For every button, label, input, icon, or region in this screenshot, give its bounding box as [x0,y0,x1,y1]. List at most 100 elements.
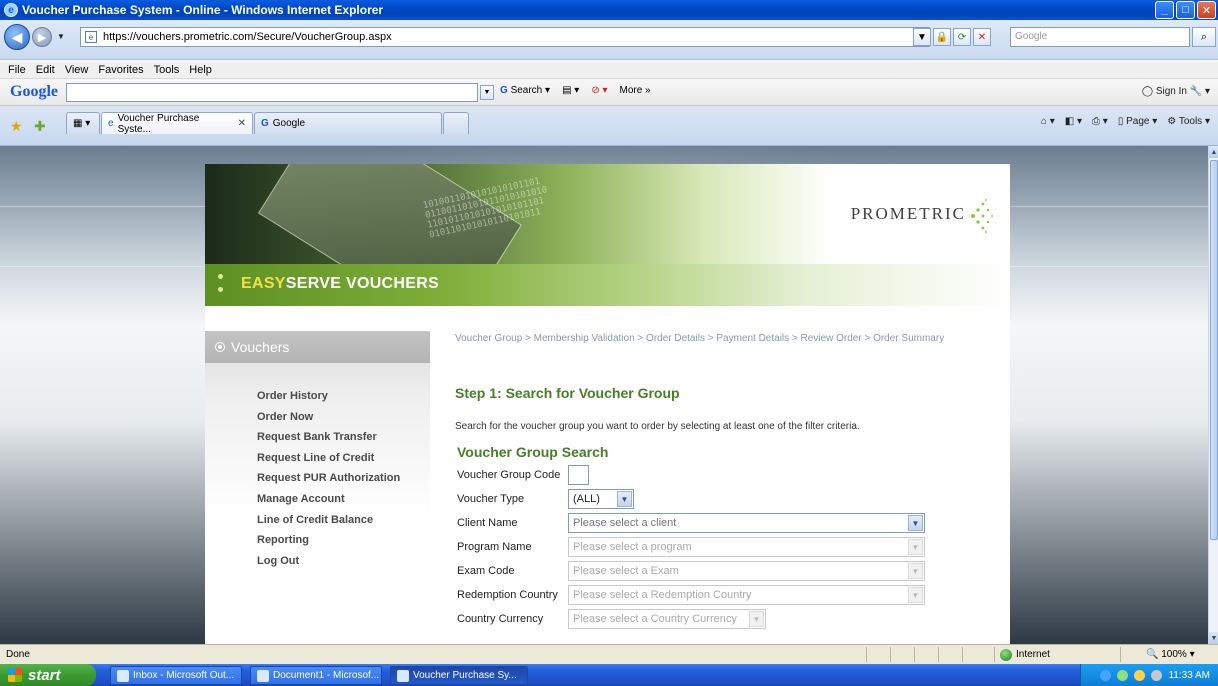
sidebar-item-request-bank-transfer[interactable]: Request Bank Transfer [257,427,400,448]
redemption-country-select[interactable]: Please select a Redemption Country ▼ [568,585,925,605]
menu-help[interactable]: Help [189,64,212,76]
popup-blocker-icon[interactable]: ⊘ ▾ [591,85,607,96]
new-tab-button[interactable] [443,112,469,134]
add-favorites-icon[interactable]: ✚ [34,118,46,135]
brand-bar: EASYSERVE VOUCHERS [205,264,1010,306]
sidebar-item-reporting[interactable]: Reporting [257,530,400,551]
window-title: Voucher Purchase System - Online - Windo… [22,3,384,17]
start-button[interactable]: start [0,664,96,686]
feeds-icon[interactable]: ◧ ▾ [1065,116,1082,127]
voucher-group-code-label: Voucher Group Code [457,469,561,481]
history-dropdown-icon[interactable]: ▼ [57,32,65,41]
vertical-scrollbar[interactable]: ▲ ▼ [1208,146,1218,644]
window-controls: _ □ ✕ [1155,1,1216,19]
clock: 11:33 AM [1168,669,1210,681]
voucher-group-code-input[interactable] [568,465,589,485]
tools-menu[interactable]: ⚙ Tools ▾ [1167,116,1210,127]
home-icon[interactable]: ⌂ ▾ [1041,116,1055,127]
favorites-star-icon[interactable]: ★ [10,118,23,135]
chevron-down-icon: ▼ [908,587,923,603]
sidebar-item-line-of-credit-balance[interactable]: Line of Credit Balance [257,510,400,531]
tray-icon[interactable] [1117,669,1129,681]
sidebar-item-order-now[interactable]: Order Now [257,407,400,428]
tab-google[interactable]: G Google [254,112,442,134]
address-buttons: ▼ 🔒 ⟳ ✕ [913,28,991,46]
tray-icon[interactable] [1151,669,1163,681]
scrollbar-thumb[interactable] [1210,160,1218,540]
toolbar-options-icon[interactable]: ▤ ▾ [562,85,579,96]
word-icon [257,669,269,682]
google-search-button[interactable]: G Search ▾ [500,85,550,96]
voucher-type-select[interactable]: (ALL) ▼ [568,489,634,509]
sidebar-item-request-pur-authorization[interactable]: Request PUR Authorization [257,468,400,489]
tray-icon[interactable] [1134,669,1146,681]
status-bar: Done Internet 🔍 100% ▾ [0,644,1218,664]
address-url: https://vouchers.prometric.com/Secure/Vo… [103,31,392,43]
page-menu[interactable]: ▯ Page ▾ [1118,116,1157,127]
more-button[interactable]: More » [620,85,651,96]
radio-bullet-icon [215,342,225,352]
close-tab-icon[interactable]: ✕ [238,118,246,129]
quick-tabs-button[interactable]: ▦ ▾ [66,112,100,134]
search-input[interactable]: Google [1010,27,1190,47]
tray-icon[interactable] [1100,669,1112,681]
sidebar-item-order-history[interactable]: Order History [257,386,400,407]
maximize-button[interactable]: □ [1176,1,1195,19]
lock-icon[interactable]: 🔒 [933,28,951,46]
back-button[interactable]: ◀ [4,24,30,50]
menu-view[interactable]: View [65,64,89,76]
client-name-select[interactable]: Please select a client ▼ [568,513,925,533]
google-logo: Google [10,83,58,100]
forward-button[interactable]: ▶ [32,27,52,47]
scroll-down-icon[interactable]: ▼ [1209,632,1218,644]
windows-logo-icon [8,668,22,682]
outlook-icon [117,669,129,682]
status-divider [938,647,939,662]
taskbar: start Inbox - Microsoft Out... Document1… [0,664,1218,686]
security-zone[interactable]: Internet [1000,648,1050,661]
voucher-type-label: Voucher Type [457,493,525,505]
google-toolbar-items: G Search ▾ ▤ ▾ ⊘ ▾ More » [500,85,651,96]
country-currency-select[interactable]: Please select a Country Currency ▼ [568,609,766,629]
prometric-logo-icon [971,199,993,233]
brand-dots [218,274,223,300]
chevron-down-icon: ▼ [908,515,923,531]
menu-favorites[interactable]: Favorites [98,64,143,76]
search-icon[interactable]: ⌕ [1192,27,1216,47]
status-divider [994,647,995,662]
command-bar: ⌂ ▾ ◧ ▾ ⎙ ▾ ▯ Page ▾ ⚙ Tools ▾ [1041,116,1210,127]
google-search-input[interactable] [66,83,478,102]
status-divider [914,647,915,662]
menu-edit[interactable]: Edit [36,64,55,76]
scroll-up-icon[interactable]: ▲ [1209,146,1218,158]
sidebar-item-request-line-of-credit[interactable]: Request Line of Credit [257,448,400,469]
taskbar-item-outlook[interactable]: Inbox - Microsoft Out... [110,666,242,685]
page-icon: e [85,31,97,43]
exam-code-select[interactable]: Please select a Exam ▼ [568,561,925,581]
taskbar-item-word[interactable]: Document1 - Microsof... [250,666,382,685]
menu-file[interactable]: File [8,64,26,76]
google-search-dropdown-icon[interactable]: ▼ [480,85,494,100]
sidebar-item-manage-account[interactable]: Manage Account [257,489,400,510]
sidebar: Vouchers Order History Order Now Request… [205,331,430,644]
close-button[interactable]: ✕ [1197,1,1216,19]
sign-in-button[interactable]: ◯ Sign In 🔧 ▾ [1142,86,1210,97]
program-name-select[interactable]: Please select a program ▼ [568,537,925,557]
menu-tools[interactable]: Tools [154,64,180,76]
program-name-label: Program Name [457,541,532,553]
status-divider [962,647,963,662]
refresh-icon[interactable]: ⟳ [953,28,971,46]
print-icon[interactable]: ⎙ ▾ [1092,116,1108,127]
taskbar-item-ie[interactable]: Voucher Purchase Sy... [390,666,528,685]
tab-voucher-purchase[interactable]: e Voucher Purchase Syste... ✕ [101,112,253,135]
sidebar-item-log-out[interactable]: Log Out [257,551,400,572]
zoom-level[interactable]: 🔍 100% ▾ [1146,649,1195,660]
status-text: Done [6,649,30,660]
minimize-button[interactable]: _ [1155,1,1174,19]
stop-icon[interactable]: ✕ [973,28,991,46]
client-name-label: Client Name [457,517,518,529]
status-divider [890,647,891,662]
address-input[interactable]: e https://vouchers.prometric.com/Secure/… [80,27,930,47]
address-dropdown-icon[interactable]: ▼ [913,28,931,46]
ie-icon [397,669,409,682]
